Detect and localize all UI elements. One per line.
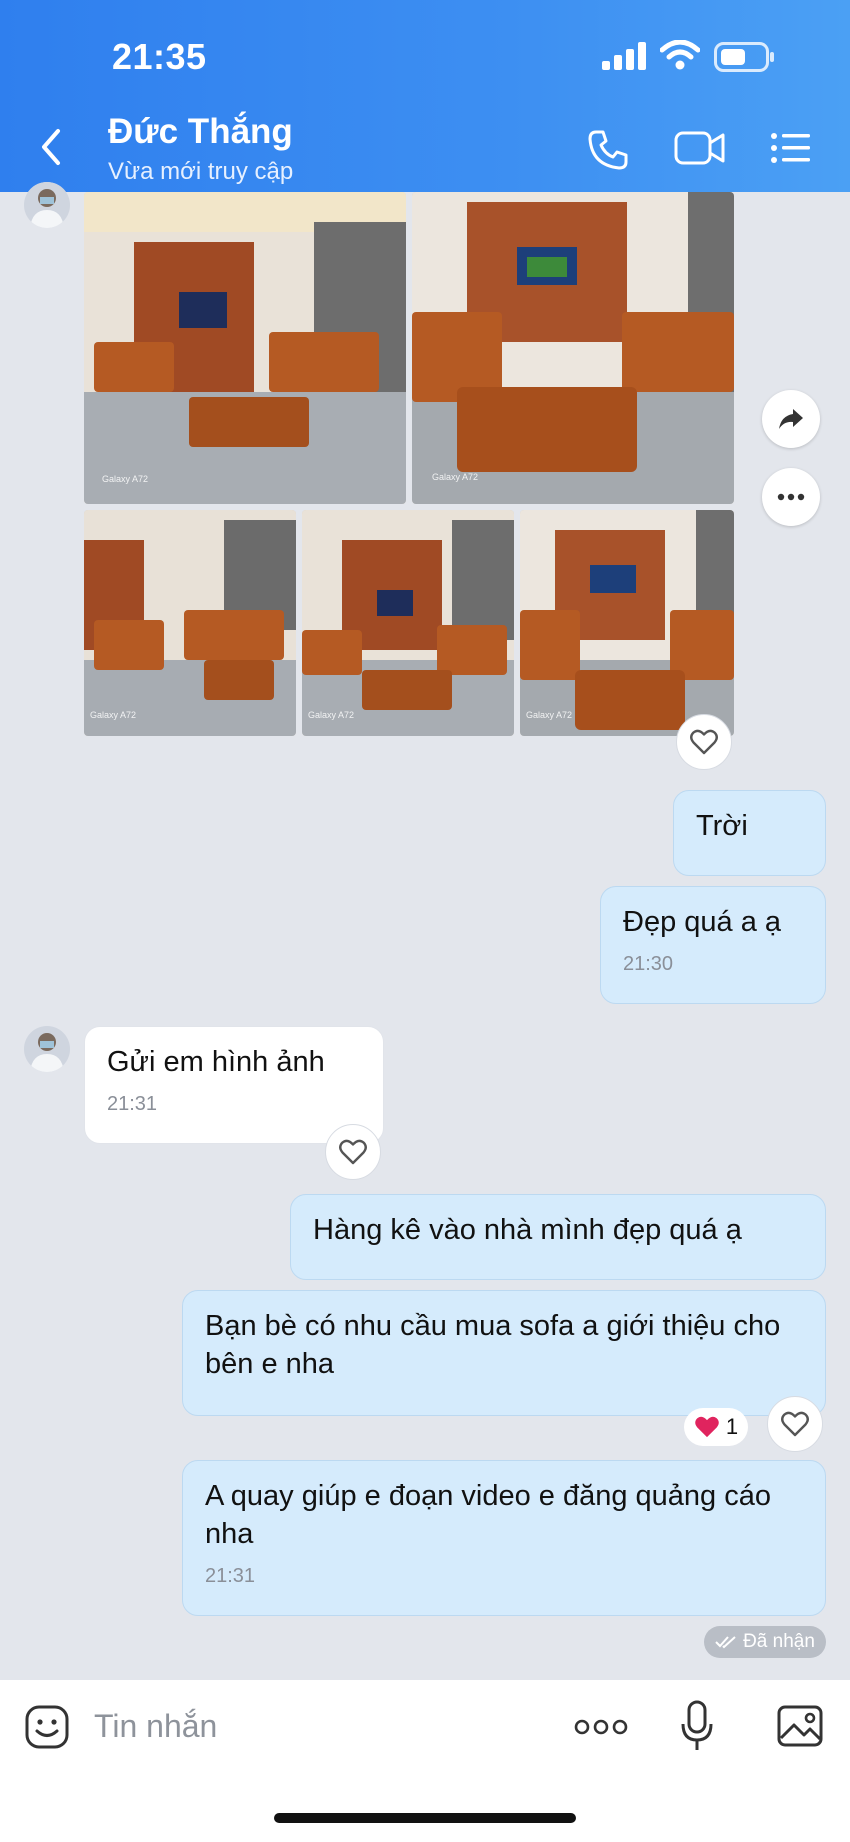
contact-status: Vừa mới truy cập xyxy=(108,158,294,185)
more-options-button[interactable] xyxy=(762,468,820,526)
message-time: 21:31 xyxy=(205,1565,256,1587)
message-text: Đẹp quá a ạ xyxy=(623,906,782,938)
heart-outline-icon xyxy=(339,1139,367,1165)
heart-outline-icon xyxy=(690,729,718,755)
signal-icon xyxy=(602,42,648,75)
album-photo-1[interactable]: Galaxy A72 xyxy=(84,192,406,504)
phone-icon[interactable] xyxy=(586,128,630,177)
more-icon[interactable] xyxy=(574,1718,628,1741)
photo-watermark: Galaxy A72 xyxy=(526,710,573,720)
message-bubble-outgoing[interactable]: Bạn bè có nhu cầu mua sofa a giới thiệu … xyxy=(182,1290,826,1416)
like-button[interactable] xyxy=(325,1124,381,1180)
contact-name[interactable]: Đức Thắng xyxy=(108,112,293,152)
message-text: Hàng kê vào nhà mình đẹp quá ạ xyxy=(313,1214,742,1246)
menu-list-icon[interactable] xyxy=(770,132,812,169)
photo-watermark: Galaxy A72 xyxy=(432,472,479,482)
forward-icon xyxy=(779,409,803,429)
delivery-status-text: Đã nhận xyxy=(743,1631,815,1652)
album-photo-3[interactable]: Galaxy A72 xyxy=(84,510,296,736)
album-photo-5[interactable]: Galaxy A72 xyxy=(520,510,734,736)
message-bubble-outgoing[interactable]: A quay giúp e đoạn video e đăng quảng cá… xyxy=(182,1460,826,1616)
message-time: 21:31 xyxy=(107,1093,158,1115)
like-button[interactable] xyxy=(767,1396,823,1452)
contact-avatar[interactable] xyxy=(24,182,70,228)
album-photo-2[interactable]: Galaxy A72 xyxy=(412,192,734,504)
reaction-badge[interactable]: 1 xyxy=(684,1408,748,1446)
microphone-icon[interactable] xyxy=(680,1700,714,1757)
video-call-icon[interactable] xyxy=(674,130,726,171)
image-icon[interactable] xyxy=(776,1704,824,1753)
message-text: Bạn bè có nhu cầu mua sofa a giới thiệu … xyxy=(205,1310,781,1380)
reaction-count: 1 xyxy=(725,1414,739,1439)
home-indicator[interactable] xyxy=(274,1813,576,1823)
heart-outline-icon xyxy=(781,1411,809,1437)
sticker-icon[interactable] xyxy=(24,1704,70,1755)
photo-watermark: Galaxy A72 xyxy=(90,710,137,720)
photo-watermark: Galaxy A72 xyxy=(308,710,355,720)
more-dots-icon xyxy=(777,493,805,501)
delivery-status: Đã nhận xyxy=(704,1626,826,1658)
wifi-icon xyxy=(659,39,701,75)
message-input[interactable]: Tin nhắn xyxy=(94,1708,217,1745)
double-check-icon xyxy=(715,1636,736,1649)
message-bubble-outgoing[interactable]: Đẹp quá a ạ 21:30 xyxy=(600,886,826,1004)
message-bubble-outgoing[interactable]: Trời xyxy=(673,790,826,876)
message-time: 21:30 xyxy=(623,953,674,975)
message-bubble-outgoing[interactable]: Hàng kê vào nhà mình đẹp quá ạ xyxy=(290,1194,826,1280)
heart-filled-icon xyxy=(695,1416,719,1438)
like-button[interactable] xyxy=(676,714,732,770)
contact-avatar[interactable] xyxy=(24,1026,70,1072)
forward-button[interactable] xyxy=(762,390,820,448)
message-text: Gửi em hình ảnh xyxy=(107,1046,325,1078)
battery-icon xyxy=(714,42,776,77)
message-text: Trời xyxy=(696,810,748,842)
status-time: 21:35 xyxy=(112,36,207,77)
back-icon[interactable] xyxy=(40,128,62,171)
chat-header: 21:35 Đức Thắng Vừa mới truy cập xyxy=(0,0,850,192)
album-photo-4[interactable]: Galaxy A72 xyxy=(302,510,514,736)
message-text: A quay giúp e đoạn video e đăng quảng cá… xyxy=(205,1480,771,1550)
photo-watermark: Galaxy A72 xyxy=(102,474,149,484)
